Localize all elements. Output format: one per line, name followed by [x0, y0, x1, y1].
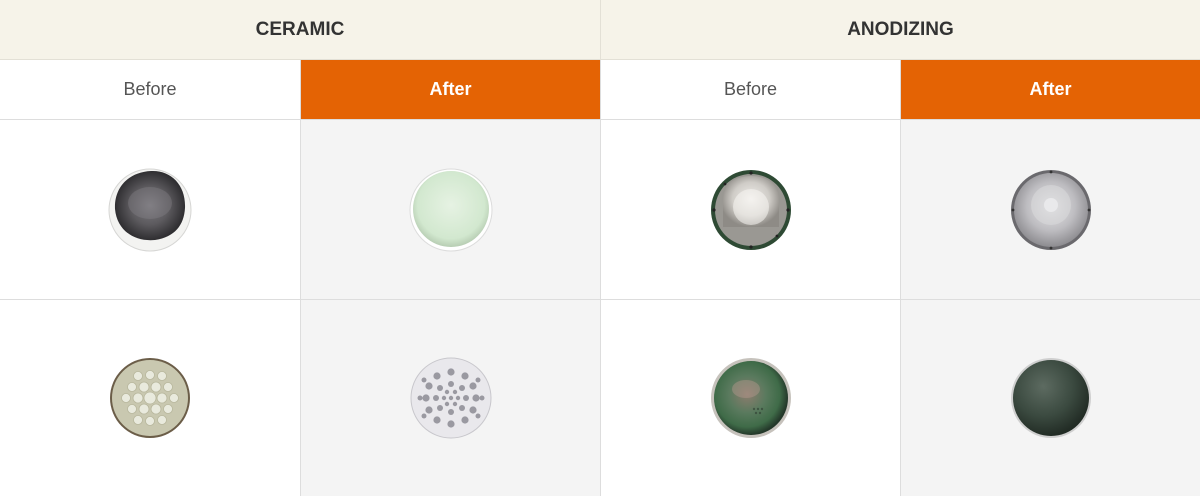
state-header-row: Before After Before After [0, 60, 1200, 120]
metal-plate-before-anodizing-image [710, 169, 791, 250]
category-header-row: CERAMIC ANODIZING [0, 0, 1200, 60]
dark-green-anodized-disc-image [1010, 358, 1091, 438]
sample-cell [0, 300, 300, 496]
anodizing-after-header: After [900, 60, 1200, 119]
sample-cell [600, 120, 900, 299]
perforated-ceramic-disc-after-image [410, 357, 491, 439]
sample-row [0, 120, 1200, 300]
sample-cell [600, 300, 900, 496]
category-anodizing: ANODIZING [600, 0, 1200, 59]
sample-cell [900, 120, 1200, 299]
sample-row [0, 300, 1200, 496]
pale-green-ceramic-disc-image [409, 168, 492, 251]
metal-plate-after-anodizing-image [1010, 169, 1091, 250]
sample-cell [300, 120, 600, 299]
ceramic-before-header: Before [0, 60, 300, 119]
sample-cell [900, 300, 1200, 496]
ceramic-after-header: After [300, 60, 600, 119]
green-tinted-disc-before-image [710, 358, 791, 438]
dark-ceramic-disc-image [108, 168, 192, 251]
before-after-comparison-table: CERAMIC ANODIZING Before After Before Af… [0, 0, 1200, 496]
category-ceramic: CERAMIC [255, 18, 345, 40]
sample-cell [300, 300, 600, 496]
perforated-ceramic-disc-before-image [110, 358, 190, 438]
anodizing-before-header: Before [600, 60, 900, 119]
sample-cell [0, 120, 300, 299]
